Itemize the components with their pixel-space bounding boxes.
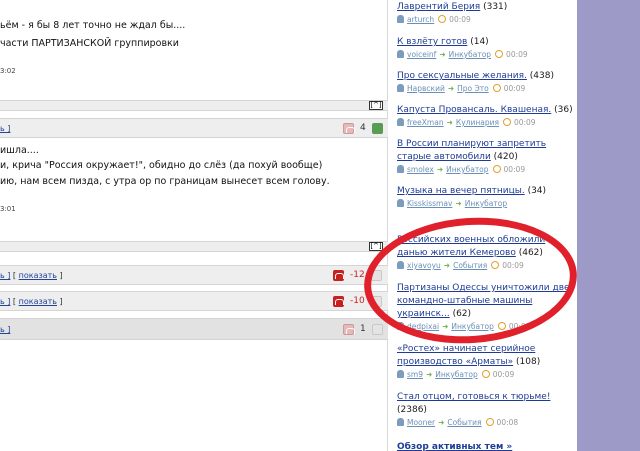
user-icon bbox=[397, 370, 404, 378]
topic-item: Про сексуальные желания. (438) Нарвский ➜… bbox=[397, 71, 554, 93]
topic-category[interactable]: Инкубатор bbox=[449, 50, 491, 59]
clock-icon bbox=[481, 370, 490, 378]
topic-item: Лаврентий Берия (331) arturch 00:09 bbox=[397, 2, 508, 24]
topic-time: 00:09 bbox=[513, 118, 536, 127]
user-icon bbox=[397, 418, 404, 426]
topic-link[interactable]: В России планируют запретить старые авто… bbox=[397, 139, 546, 162]
topic-category[interactable]: Про Это bbox=[457, 84, 489, 93]
arrow-right-icon: ➜ bbox=[426, 370, 433, 379]
comment-text-line: ьём - я бы 8 лет точно не ждал бы.... bbox=[0, 20, 186, 31]
comment-action-link[interactable]: ь ] [ показать ] bbox=[0, 271, 63, 280]
topic-item: Музыка на вечер пятницы. (34) Kisskissma… bbox=[397, 186, 547, 208]
topic-link[interactable]: К взлёту готов bbox=[397, 37, 467, 47]
comment-separator-bar: [^] bbox=[0, 100, 388, 111]
topic-link[interactable]: Стал отцом, готовься к тюрьме! bbox=[397, 392, 550, 402]
topic-time: 00:09 bbox=[492, 370, 515, 379]
dislike-icon[interactable] bbox=[333, 270, 344, 281]
topic-author[interactable]: arturch bbox=[407, 15, 434, 24]
like-icon[interactable] bbox=[372, 123, 383, 134]
comment-action-link[interactable]: ь ] bbox=[0, 325, 10, 334]
comment-time: 3:02 bbox=[0, 67, 16, 75]
user-icon bbox=[397, 118, 404, 126]
topic-time: 00:09 bbox=[506, 50, 528, 59]
arrow-right-icon: ➜ bbox=[455, 199, 462, 208]
arrow-right-icon: ➜ bbox=[446, 118, 453, 127]
like-icon[interactable] bbox=[372, 324, 383, 335]
topic-category[interactable]: События bbox=[447, 418, 481, 427]
topic-link[interactable]: Музыка на вечер пятницы. bbox=[397, 186, 525, 196]
hidden-comment-bar: ь ] [ показать ] -10 bbox=[0, 291, 388, 311]
comment-text-line: ию, нам всем пизда, с утра ор по граница… bbox=[0, 176, 330, 187]
topic-item: Капуста Провансаль. Квашеная. (36) freeX… bbox=[397, 105, 573, 127]
topic-category[interactable]: Инкубатор bbox=[446, 165, 488, 174]
topic-item: В России планируют запретить старые авто… bbox=[397, 139, 547, 174]
comment-text-line: и, крича "Россия окружает!", обидно до с… bbox=[0, 160, 323, 171]
topic-time: 00:09 bbox=[503, 84, 526, 93]
comment-score: 4 bbox=[360, 123, 366, 133]
topic-link[interactable]: Лаврентий Берия bbox=[397, 2, 480, 12]
comment-header-bar: ь ] 1 bbox=[0, 318, 388, 340]
comment-text-line: ишла.... bbox=[0, 145, 39, 156]
clock-icon bbox=[485, 418, 494, 426]
arrow-right-icon: ➜ bbox=[438, 418, 445, 427]
arrow-right-icon: ➜ bbox=[436, 165, 444, 174]
topic-link[interactable]: Про сексуальные желания. bbox=[397, 71, 527, 81]
clock-icon bbox=[492, 165, 501, 173]
clock-icon bbox=[438, 15, 447, 23]
topic-time: 00:09 bbox=[503, 165, 526, 174]
user-icon bbox=[397, 15, 404, 23]
topic-item: «Ростех» начинает серийное производство … bbox=[397, 344, 541, 379]
comment-time: 3:01 bbox=[0, 205, 16, 213]
topic-author[interactable]: freeXman bbox=[407, 118, 444, 127]
topic-author[interactable]: voiceinf bbox=[407, 50, 436, 59]
topic-category[interactable]: Кулинария bbox=[456, 118, 499, 127]
topic-link[interactable]: Капуста Провансаль. Квашеная. bbox=[397, 105, 551, 115]
comment-action-link[interactable]: ь ] bbox=[0, 124, 10, 133]
arrow-right-icon: ➜ bbox=[447, 84, 455, 93]
topic-author[interactable]: Mooner bbox=[407, 418, 435, 427]
comments-column: ьём - я бы 8 лет точно не ждал бы.... ча… bbox=[0, 0, 388, 451]
user-icon bbox=[397, 84, 404, 92]
comment-text-line: части ПАРТИЗАНСКОЙ группировки bbox=[0, 38, 179, 49]
topic-author[interactable]: Kisskissmav bbox=[407, 199, 452, 208]
clock-icon bbox=[492, 84, 501, 92]
topic-time: 00:08 bbox=[496, 418, 519, 427]
scroll-up-button[interactable]: [^] bbox=[369, 101, 383, 110]
topic-item: К взлёту готов (14) voiceinf ➜ Инкубатор 00… bbox=[397, 37, 528, 59]
topic-category[interactable]: Инкубатор bbox=[435, 370, 477, 379]
topic-time: 00:09 bbox=[449, 15, 471, 24]
dislike-icon[interactable] bbox=[343, 123, 355, 134]
active-topics-overview-link[interactable]: Обзор активных тем » bbox=[397, 442, 512, 451]
user-icon bbox=[397, 199, 404, 207]
comment-score: -10 bbox=[350, 296, 365, 306]
page-background-panel bbox=[577, 0, 640, 451]
topic-category[interactable]: Инкубатор bbox=[465, 199, 507, 208]
comment-score: -12 bbox=[350, 270, 365, 280]
user-icon bbox=[397, 50, 404, 58]
comment-action-link[interactable]: ь ] [ показать ] bbox=[0, 297, 63, 306]
topic-author[interactable]: sm9 bbox=[407, 370, 423, 379]
topic-author[interactable]: Нарвский bbox=[407, 84, 445, 93]
comment-score: 1 bbox=[360, 324, 366, 334]
comment-header-bar: ь ] 4 bbox=[0, 118, 388, 138]
user-icon bbox=[397, 165, 404, 173]
comment-separator-bar: [^] bbox=[0, 241, 388, 252]
dislike-icon[interactable] bbox=[343, 324, 355, 335]
clock-icon bbox=[502, 118, 511, 126]
hidden-comment-bar: ь ] [ показать ] -12 bbox=[0, 265, 388, 285]
dislike-icon[interactable] bbox=[333, 296, 344, 307]
clock-icon bbox=[495, 50, 504, 58]
topic-author[interactable]: smolex bbox=[407, 165, 434, 174]
arrow-right-icon: ➜ bbox=[439, 50, 446, 59]
topic-item: Стал отцом, готовься к тюрьме! (2386) Mo… bbox=[397, 392, 551, 427]
